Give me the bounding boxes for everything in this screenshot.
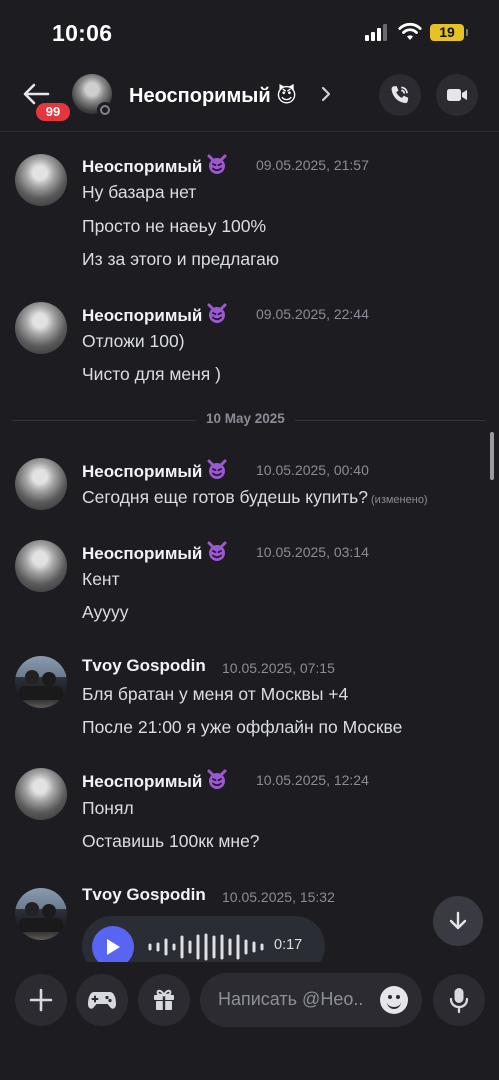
gift-icon: [154, 989, 174, 1010]
unread-badge: 99: [34, 101, 72, 123]
message-timestamp: 10.05.2025, 12:24: [256, 772, 369, 788]
microphone-icon: [449, 988, 469, 1014]
plus-icon: [29, 988, 53, 1012]
scroll-to-bottom-button[interactable]: [433, 896, 483, 946]
gamepad-icon: [88, 992, 116, 1009]
video-call-icon: [447, 89, 467, 101]
voice-call-icon: [391, 86, 409, 104]
message-composer: Написать @Нео..: [0, 962, 499, 1080]
edited-label: (изменено): [371, 494, 428, 506]
message-timestamp: 10.05.2025, 00:40: [256, 462, 369, 478]
waveform-icon: [148, 933, 264, 961]
scrollbar[interactable]: [490, 432, 494, 480]
message-input-placeholder: Написать @Нео..: [218, 989, 364, 1009]
message-text[interactable]: Чисто для меня ): [82, 364, 221, 385]
play-icon: [107, 939, 120, 955]
message-timestamp: 09.05.2025, 22:44: [256, 306, 369, 322]
devil-emoji-icon: [207, 769, 227, 789]
message-text[interactable]: Ауууу: [82, 602, 128, 623]
message-timestamp: 10.05.2025, 15:32: [222, 889, 335, 905]
devil-emoji-icon: [207, 154, 227, 174]
message-author[interactable]: Tvoy Gospodin: [82, 885, 206, 905]
wifi-icon: [398, 22, 422, 40]
message-author[interactable]: Неоспоримый: [82, 540, 228, 564]
message-text[interactable]: Оставишь 100кк мне?: [82, 831, 260, 852]
date-divider-label: 10 May 2025: [196, 411, 295, 426]
message-author[interactable]: Неоспоримый: [82, 153, 228, 177]
avatar[interactable]: [15, 154, 67, 206]
message-author[interactable]: Неоспоримый: [82, 458, 228, 482]
message-text[interactable]: Просто не наеьу 100%: [82, 216, 266, 237]
message-input[interactable]: Написать @Нео..: [200, 973, 422, 1027]
status-bar: 10:06 19: [0, 0, 499, 66]
avatar[interactable]: [15, 888, 67, 940]
battery-indicator: 19: [430, 24, 468, 41]
chat-header: 99 Неоспоримый 😈: [0, 66, 499, 132]
avatar[interactable]: [15, 768, 67, 820]
avatar[interactable]: [15, 540, 67, 592]
message-timestamp: 10.05.2025, 03:14: [256, 544, 369, 560]
message-author[interactable]: Tvoy Gospodin: [82, 656, 206, 676]
message-text[interactable]: Из за этого и предлагаю: [82, 249, 279, 270]
voice-duration: 0:17: [274, 937, 303, 953]
avatar[interactable]: [15, 458, 67, 510]
emoji-icon[interactable]: [380, 986, 408, 1014]
activities-button[interactable]: [76, 974, 128, 1026]
devil-emoji-icon: [207, 303, 227, 323]
message-author[interactable]: Неоспоримый: [82, 302, 228, 326]
message-author[interactable]: Неоспоримый: [82, 768, 228, 792]
devil-emoji-icon: [207, 541, 227, 561]
message-timestamp: 09.05.2025, 21:57: [256, 157, 369, 173]
add-attachment-button[interactable]: [15, 974, 67, 1026]
message-text[interactable]: Бля братан у меня от Москвы +4: [82, 684, 348, 705]
message-text[interactable]: Отложи 100): [82, 331, 185, 352]
message-text[interactable]: Ну базара нет: [82, 182, 196, 203]
message-text[interactable]: Сегодня еще готов будешь купить? (изменен…: [82, 487, 428, 508]
page-title[interactable]: Неоспоримый 😈: [129, 83, 297, 108]
avatar[interactable]: [15, 302, 67, 354]
message-text[interactable]: Понял: [82, 798, 134, 819]
video-call-button[interactable]: [436, 74, 478, 116]
message-text[interactable]: После 21:00 я уже оффлайн по Москве: [82, 717, 402, 738]
scroll-down-arrow-icon: [449, 911, 467, 930]
voice-call-button[interactable]: [379, 74, 421, 116]
message-timestamp: 10.05.2025, 07:15: [222, 660, 335, 676]
gift-button[interactable]: [138, 974, 190, 1026]
chevron-right-icon[interactable]: [320, 84, 332, 104]
offline-status-icon: [97, 102, 113, 118]
message-text[interactable]: Кент: [82, 569, 120, 590]
avatar[interactable]: [15, 656, 67, 708]
status-time: 10:06: [52, 20, 113, 46]
voice-record-button[interactable]: [433, 974, 485, 1026]
devil-emoji-icon: [207, 459, 227, 479]
cellular-signal-icon: [365, 24, 389, 41]
